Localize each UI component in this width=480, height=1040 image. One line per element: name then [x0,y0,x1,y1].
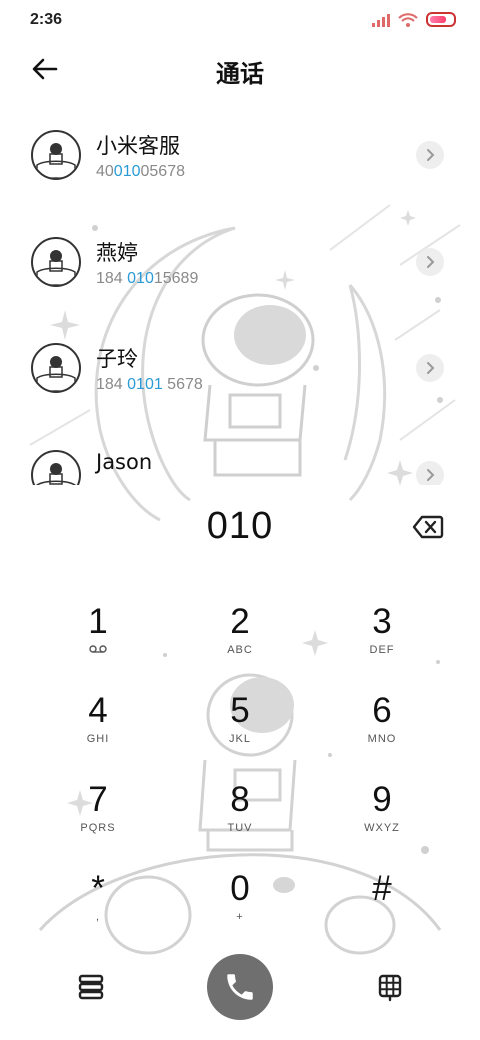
contact-details-button[interactable] [416,141,444,169]
signal-icon [372,13,390,27]
key-letters: MNO [367,733,397,745]
key-9[interactable]: 9 WXYZ [322,778,442,862]
dial-display: 010 [0,500,480,560]
key-digit: 7 [88,780,108,819]
chevron-right-icon [427,149,435,161]
key-letters: JKL [229,733,251,745]
avatar [31,237,81,287]
chevron-right-icon [427,256,435,268]
key-letters: DEF [369,644,395,656]
key-letters: ABC [227,644,253,656]
key-digit: 6 [372,691,392,730]
header: 通话 [0,40,480,100]
contact-number: 4001005678 [96,163,185,180]
key-5[interactable]: 5 JKL [180,689,300,773]
key-8[interactable]: 8 TUV [180,778,300,862]
contact-details-button[interactable] [416,354,444,382]
contact-number: 184 0101 5678 [96,376,203,393]
contact-results-list: 小米客服 4001005678 燕婷 184 01015689 子玲 184 0… [0,110,480,485]
key-letters: GHI [86,733,110,745]
wifi-icon [398,12,418,27]
key-digit: 5 [230,691,250,730]
key-1[interactable]: 1 [38,600,158,684]
contact-item[interactable]: 小米客服 4001005678 [0,110,480,216]
key-digit: 0 [230,869,250,908]
contact-item[interactable]: 子玲 184 0101 5678 [0,323,480,429]
avatar [31,343,81,393]
key-4[interactable]: 4 GHI [38,689,158,773]
contact-item[interactable]: Jason [0,430,480,485]
key-letters: PQRS [80,822,116,834]
backspace-icon[interactable] [412,514,444,540]
contact-name: 小米客服 [96,134,180,158]
avatar [31,450,81,485]
key-6[interactable]: 6 MNO [322,689,442,773]
call-button[interactable] [207,954,273,1020]
status-bar: 2:36 [0,0,480,40]
avatar [31,130,81,180]
voicemail-icon [38,644,158,658]
dial-keypad: 1 2 ABC 3 DEF 4 GHI 5 JKL 6 MNO 7 PQRS 8… [0,590,480,950]
key-digit: 4 [88,691,108,730]
key-star[interactable]: * , [38,867,158,951]
contact-details-button[interactable] [416,461,444,485]
dialed-number: 010 [206,505,274,547]
status-icons [372,12,456,27]
contact-name: Jason [96,450,153,474]
stacked-menu-icon[interactable] [76,972,106,1002]
contact-name: 燕婷 [96,241,138,265]
key-3[interactable]: 3 DEF [322,600,442,684]
contact-item[interactable]: 燕婷 184 01015689 [0,217,480,323]
key-digit: 9 [372,780,392,819]
chevron-right-icon [427,362,435,374]
dialpad-grid-icon[interactable] [375,972,405,1002]
key-letters: + [236,911,244,923]
bottom-action-bar [0,950,480,1030]
key-digit: 3 [372,602,392,641]
contact-name: 子玲 [96,347,138,371]
contact-number: 184 01015689 [96,270,199,287]
key-0[interactable]: 0 + [180,867,300,951]
contact-details-button[interactable] [416,248,444,276]
status-time: 2:36 [30,11,63,28]
key-digit: 2 [230,602,250,641]
key-7[interactable]: 7 PQRS [38,778,158,862]
chevron-right-icon [427,469,435,481]
key-2[interactable]: 2 ABC [180,600,300,684]
key-letters [322,911,442,925]
battery-icon [426,12,456,27]
phone-icon [227,974,253,1000]
page-title: 通话 [216,60,264,88]
key-digit: 1 [88,602,108,641]
key-digit: 8 [230,780,250,819]
key-digit: # [372,869,392,908]
key-letters: , [95,911,101,923]
key-letters: WXYZ [364,822,400,834]
key-digit: * [91,869,105,908]
key-letters: TUV [227,822,253,834]
key-hash[interactable]: # [322,867,442,951]
